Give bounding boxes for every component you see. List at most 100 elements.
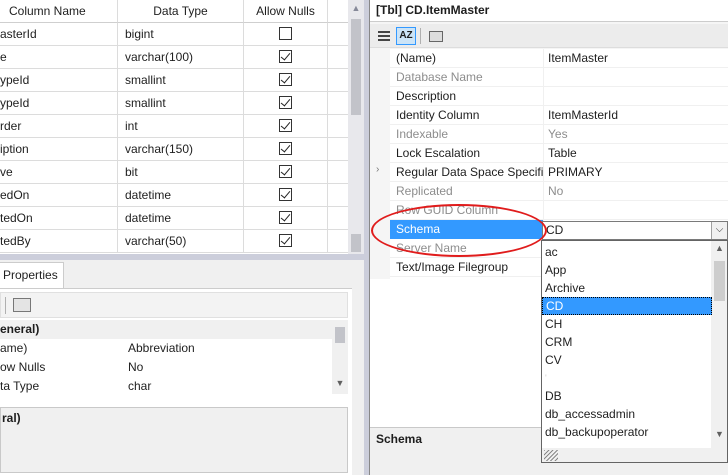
dropdown-option[interactable]: db_backupoperator bbox=[542, 423, 712, 441]
allow-nulls-checkbox[interactable] bbox=[279, 50, 292, 64]
properties-object-title[interactable]: [Tbl] CD.ItemMaster bbox=[370, 0, 728, 22]
table-row[interactable]: ypeId smallint bbox=[0, 92, 348, 115]
property-value[interactable]: ItemMaster bbox=[548, 49, 728, 68]
scroll-up-icon[interactable]: ▲ bbox=[711, 243, 727, 253]
property-value[interactable]: PRIMARY bbox=[548, 163, 728, 182]
property-row[interactable]: ow Nulls No bbox=[0, 358, 332, 377]
scroll-thumb[interactable] bbox=[351, 19, 361, 115]
property-row[interactable]: Indexable Yes bbox=[390, 125, 728, 144]
column-name-cell[interactable]: ypeId bbox=[0, 92, 118, 115]
scroll-thumb-lower[interactable] bbox=[351, 234, 361, 252]
data-type-cell[interactable]: varchar(50) bbox=[118, 230, 244, 253]
property-value[interactable] bbox=[128, 320, 332, 339]
property-row[interactable]: Replicated No bbox=[390, 182, 728, 201]
resize-grip-icon[interactable] bbox=[544, 450, 558, 461]
column-properties-scrollbar[interactable]: ▼ bbox=[332, 320, 348, 394]
data-type-cell[interactable]: bit bbox=[118, 161, 244, 184]
scroll-down-icon[interactable]: ▼ bbox=[711, 429, 727, 439]
allow-nulls-checkbox[interactable] bbox=[279, 73, 292, 87]
dropdown-option[interactable]: App bbox=[542, 261, 712, 279]
data-type-cell[interactable]: bigint bbox=[118, 23, 244, 46]
scroll-down-icon[interactable]: ▼ bbox=[335, 378, 345, 388]
alphabetical-button[interactable]: AZ bbox=[396, 27, 416, 45]
row-filler bbox=[328, 138, 348, 161]
column-name-cell[interactable]: iption bbox=[0, 138, 118, 161]
column-name-cell[interactable]: edOn bbox=[0, 184, 118, 207]
allow-nulls-checkbox[interactable] bbox=[279, 188, 292, 202]
dropdown-option[interactable]: CD bbox=[542, 297, 712, 315]
scroll-up-icon[interactable]: ▲ bbox=[351, 2, 361, 14]
property-value[interactable]: No bbox=[128, 358, 332, 377]
property-pages-icon[interactable] bbox=[13, 298, 31, 312]
column-name-cell[interactable]: asterId bbox=[0, 23, 118, 46]
dropdown-scrollbar[interactable]: ▲ ▼ bbox=[711, 241, 727, 448]
allow-nulls-checkbox[interactable] bbox=[279, 96, 292, 110]
table-row[interactable]: ypeId smallint bbox=[0, 69, 348, 92]
allow-nulls-checkbox[interactable] bbox=[279, 119, 292, 133]
table-row[interactable]: rder int bbox=[0, 115, 348, 138]
dropdown-option[interactable]: CV bbox=[542, 351, 712, 369]
property-value[interactable]: Abbreviation bbox=[128, 339, 332, 358]
property-row[interactable]: Database Name bbox=[390, 68, 728, 87]
chevron-down-icon[interactable]: ⌵ bbox=[711, 222, 727, 239]
allow-nulls-checkbox[interactable] bbox=[279, 142, 292, 156]
table-row[interactable]: e varchar(100) bbox=[0, 46, 348, 69]
column-name-cell[interactable]: ve bbox=[0, 161, 118, 184]
data-type-cell[interactable]: smallint bbox=[118, 92, 244, 115]
data-type-cell[interactable]: datetime bbox=[118, 207, 244, 230]
scroll-thumb[interactable] bbox=[335, 327, 345, 343]
table-row[interactable]: asterId bigint bbox=[0, 23, 348, 46]
property-row[interactable]: Identity Column ItemMasterId bbox=[390, 106, 728, 125]
dropdown-resize-grip[interactable] bbox=[542, 448, 727, 462]
property-value[interactable]: ItemMasterId bbox=[548, 106, 728, 125]
property-category[interactable]: eneral) bbox=[0, 320, 332, 339]
data-type-cell[interactable]: int bbox=[118, 115, 244, 138]
dropdown-option[interactable]: CH bbox=[542, 315, 712, 333]
data-type-header[interactable]: Data Type bbox=[118, 0, 244, 23]
allow-nulls-checkbox[interactable] bbox=[279, 234, 292, 248]
column-name-cell[interactable]: rder bbox=[0, 115, 118, 138]
expand-chevron-icon[interactable]: › bbox=[376, 164, 379, 175]
property-row[interactable]: ame) Abbreviation bbox=[0, 339, 332, 358]
categorized-button[interactable] bbox=[374, 27, 394, 45]
property-value[interactable]: Table bbox=[548, 144, 728, 163]
data-type-cell[interactable]: datetime bbox=[118, 184, 244, 207]
dropdown-option[interactable]: CRM bbox=[542, 333, 712, 351]
column-name-cell[interactable]: ypeId bbox=[0, 69, 118, 92]
property-row[interactable]: (Name) ItemMaster bbox=[390, 49, 728, 68]
grid-scrollbar[interactable]: ▲ bbox=[348, 0, 364, 254]
dropdown-option[interactable]: ac bbox=[542, 243, 712, 261]
property-row[interactable]: ta Type char bbox=[0, 377, 332, 394]
property-value[interactable] bbox=[548, 87, 728, 106]
property-pages-button[interactable] bbox=[426, 27, 446, 45]
column-name-cell[interactable]: tedBy bbox=[0, 230, 118, 253]
dropdown-option[interactable]: Archive bbox=[542, 279, 712, 297]
column-name-cell[interactable]: tedOn bbox=[0, 207, 118, 230]
allow-nulls-checkbox[interactable] bbox=[279, 211, 292, 225]
allow-nulls-checkbox[interactable] bbox=[279, 165, 292, 179]
property-row[interactable]: Lock Escalation Table bbox=[390, 144, 728, 163]
column-properties-tab[interactable]: Properties bbox=[0, 262, 64, 288]
allow-nulls-checkbox[interactable] bbox=[279, 27, 292, 41]
column-name-header[interactable]: Column Name bbox=[0, 0, 118, 23]
allow-nulls-header[interactable]: Allow Nulls bbox=[244, 0, 328, 23]
table-row[interactable]: edOn datetime bbox=[0, 184, 348, 207]
data-type-cell[interactable]: smallint bbox=[118, 69, 244, 92]
schema-combo[interactable]: CD ⌵ bbox=[542, 221, 728, 240]
dropdown-option[interactable]: DB bbox=[542, 387, 712, 405]
property-row[interactable]: Row GUID Column bbox=[390, 201, 728, 220]
table-row[interactable]: tedOn datetime bbox=[0, 207, 348, 230]
property-value[interactable]: char bbox=[128, 377, 332, 394]
data-type-cell[interactable]: varchar(150) bbox=[118, 138, 244, 161]
table-row[interactable]: iption varchar(150) bbox=[0, 138, 348, 161]
property-row[interactable]: Regular Data Space Specific PRIMARY bbox=[390, 163, 728, 182]
table-row[interactable]: tedBy varchar(50) bbox=[0, 230, 348, 253]
dropdown-option[interactable]: db_accessadmin bbox=[542, 405, 712, 423]
table-row[interactable]: ve bit bbox=[0, 161, 348, 184]
dropdown-option[interactable]: ' bbox=[542, 369, 712, 387]
schema-dropdown-list[interactable]: ▲ ▼ ac App Archive CD CH CRM CV ' DB db_accessadm… bbox=[541, 240, 728, 463]
column-name-cell[interactable]: e bbox=[0, 46, 118, 69]
data-type-cell[interactable]: varchar(100) bbox=[118, 46, 244, 69]
scroll-thumb[interactable] bbox=[714, 261, 725, 301]
property-row[interactable]: Description bbox=[390, 87, 728, 106]
